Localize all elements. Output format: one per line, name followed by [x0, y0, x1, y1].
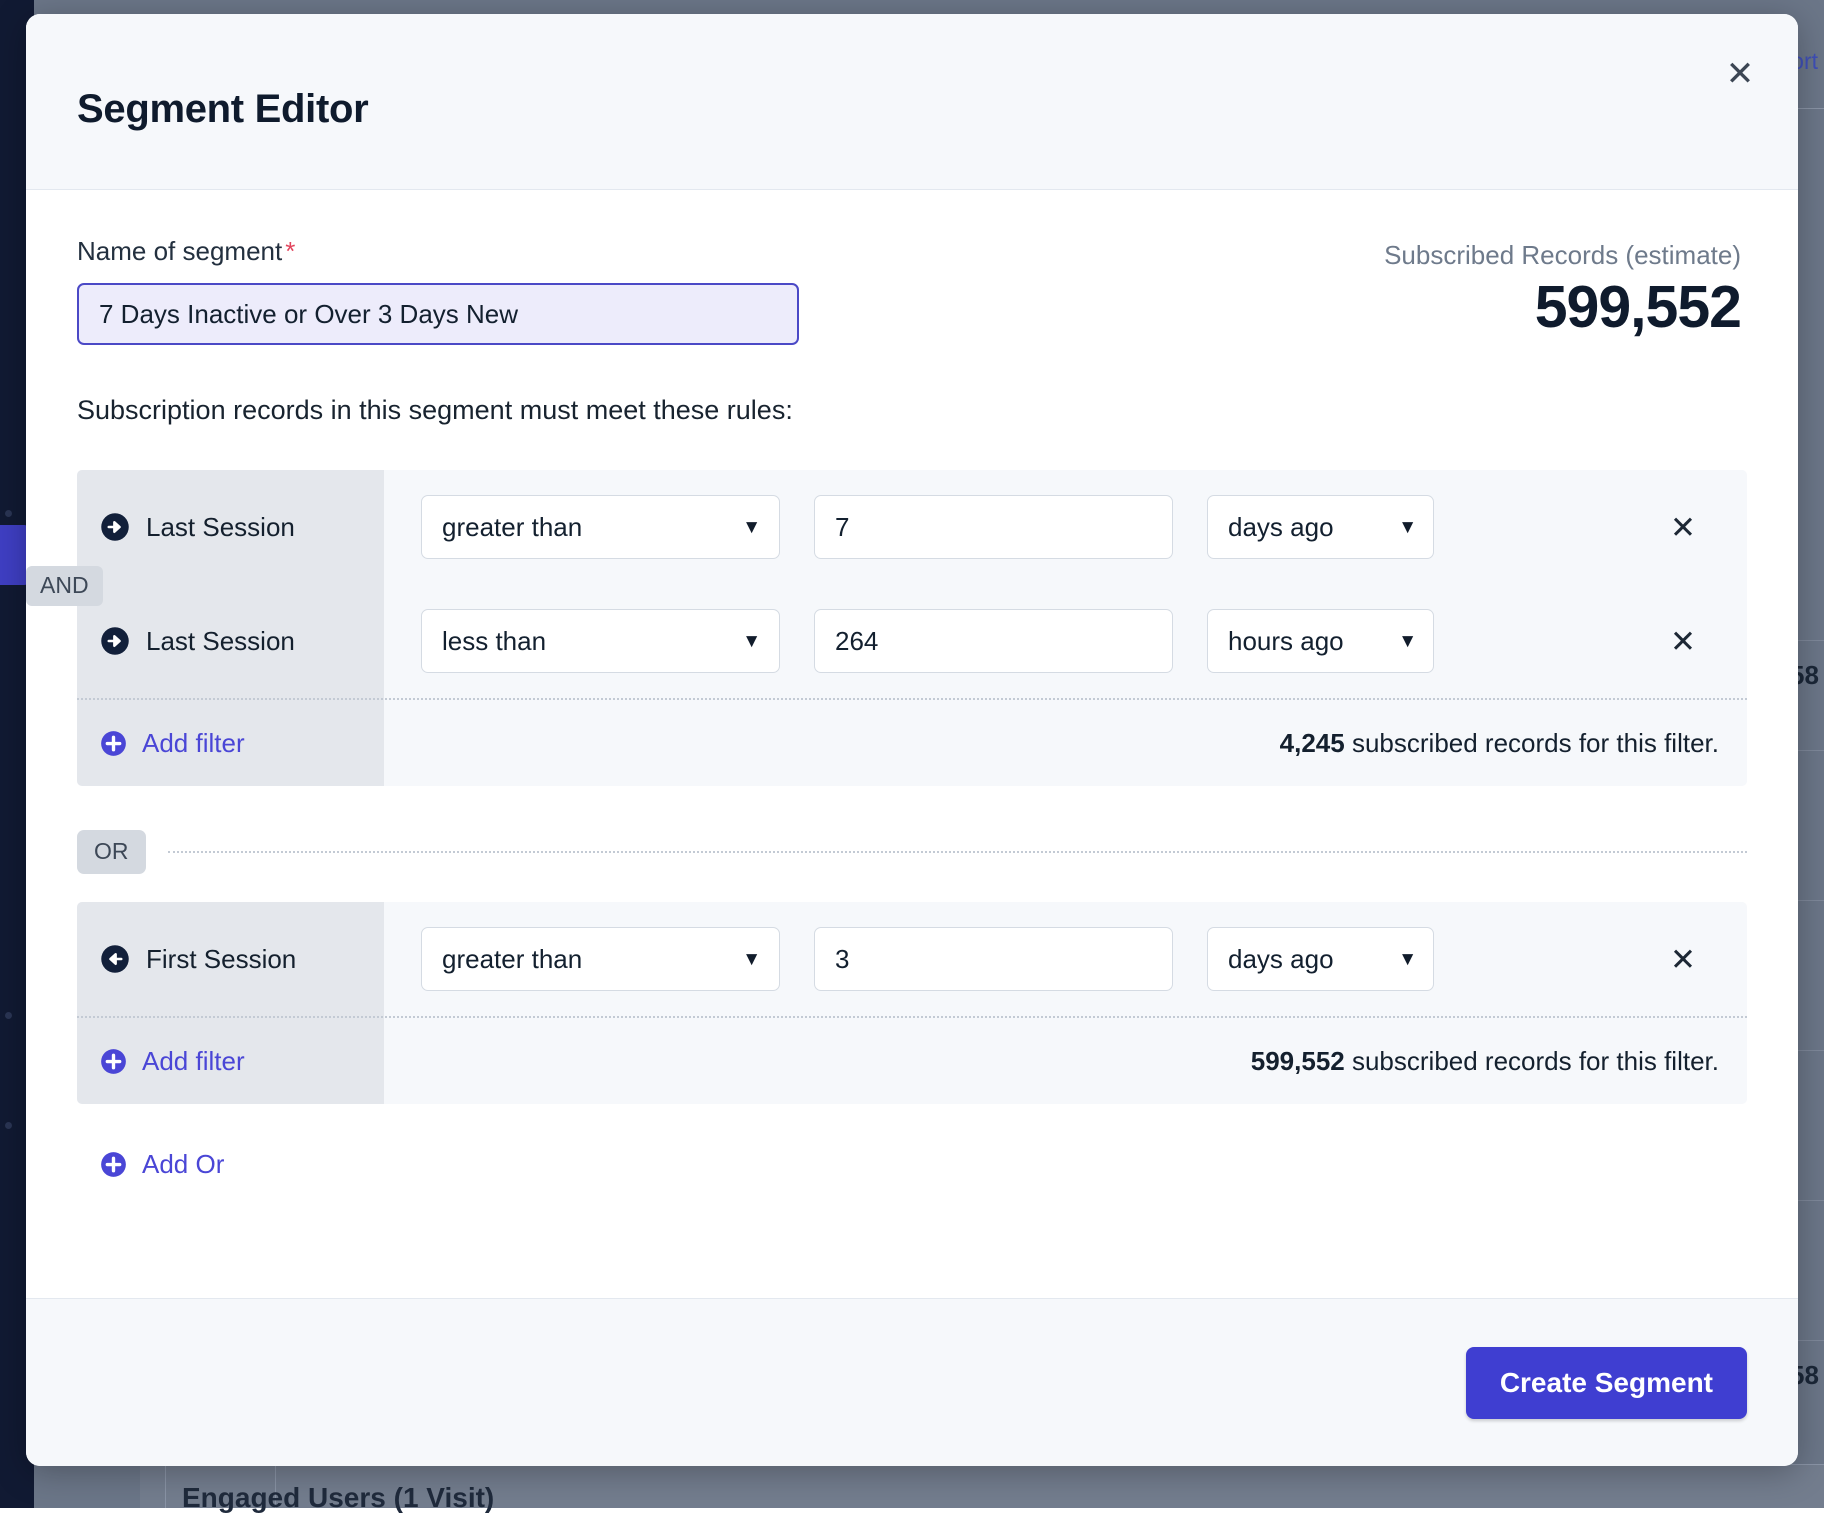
filter-field-label: First Session: [146, 944, 296, 975]
filter-controls: greater than ▼ days ago ▼: [384, 927, 1434, 991]
filter-record-count-value: 599,552: [1251, 1046, 1345, 1076]
rule-group-footer: Add filter 4,245 subscribed records for …: [77, 698, 1747, 786]
filter-row: First Session greater than ▼ days ago ▼ …: [77, 902, 1747, 1016]
segment-name-block: Name of segment*: [77, 236, 817, 345]
subscribed-records-block: Subscribed Records (estimate) 599,552: [1384, 236, 1747, 339]
unit-select-value: days ago: [1228, 944, 1334, 975]
segment-name-input[interactable]: [77, 283, 799, 345]
background-topbar: [34, 0, 1824, 10]
plus-circle-icon: [100, 1151, 127, 1178]
filter-record-count-suffix: subscribed records for this filter.: [1345, 1046, 1719, 1076]
rule-group: AND Last Session greater than ▼: [77, 470, 1747, 786]
unit-select[interactable]: hours ago ▼: [1207, 609, 1434, 673]
filter-row: Last Session less than ▼ hours ago ▼ ✕: [77, 584, 1747, 698]
chevron-down-icon: ▼: [742, 950, 761, 969]
segment-editor-dialog: Segment Editor ✕ Name of segment* Subscr…: [26, 14, 1798, 1466]
chevron-down-icon: ▼: [1398, 632, 1417, 651]
filter-field-label: Last Session: [146, 512, 295, 543]
dialog-footer: Create Segment: [26, 1298, 1798, 1466]
segment-name-label-text: Name of segment: [77, 236, 282, 266]
filter-field[interactable]: Last Session: [77, 626, 384, 657]
unit-select-value: hours ago: [1228, 626, 1344, 657]
sign-in-arrow-right-icon: [100, 626, 130, 656]
dialog-header: Segment Editor ✕: [26, 14, 1798, 190]
subscribed-records-label: Subscribed Records (estimate): [1384, 240, 1741, 271]
plus-circle-icon: [100, 730, 127, 757]
and-badge: AND: [26, 566, 103, 606]
remove-filter-button[interactable]: ✕: [1661, 619, 1705, 663]
filter-record-count: 4,245 subscribed records for this filter…: [384, 728, 1747, 759]
filter-field-label: Last Session: [146, 626, 295, 657]
add-filter-label: Add filter: [142, 1046, 245, 1077]
or-separator: OR: [77, 828, 1747, 876]
add-or-label: Add Or: [142, 1149, 224, 1180]
add-filter-label: Add filter: [142, 728, 245, 759]
or-badge: OR: [77, 830, 146, 874]
rule-group-footer: Add filter 599,552 subscribed records fo…: [77, 1016, 1747, 1104]
or-divider-line: [168, 851, 1748, 853]
operator-select[interactable]: greater than ▼: [421, 495, 780, 559]
filter-value-input[interactable]: [814, 927, 1173, 991]
unit-select-value: days ago: [1228, 512, 1334, 543]
filter-controls: less than ▼ hours ago ▼: [384, 609, 1434, 673]
sidebar-dot-icon: [5, 510, 12, 517]
sidebar-dot-icon: [5, 1122, 12, 1129]
operator-select[interactable]: greater than ▼: [421, 927, 780, 991]
operator-select-value: greater than: [442, 512, 582, 543]
filter-controls: greater than ▼ days ago ▼: [384, 495, 1434, 559]
add-filter-button[interactable]: Add filter: [77, 700, 384, 786]
background-bottom-row-label: Engaged Users (1 Visit): [182, 1482, 494, 1514]
filter-record-count-value: 4,245: [1280, 728, 1345, 758]
remove-filter-button[interactable]: ✕: [1661, 937, 1705, 981]
filter-value-input[interactable]: [814, 609, 1173, 673]
operator-select-value: less than: [442, 626, 546, 657]
sidebar-dot-icon: [5, 1012, 12, 1019]
filter-field[interactable]: First Session: [77, 944, 384, 975]
unit-select[interactable]: days ago ▼: [1207, 495, 1434, 559]
sign-in-arrow-right-icon: [100, 512, 130, 542]
required-asterisk: *: [285, 236, 295, 266]
chevron-down-icon: ▼: [742, 632, 761, 651]
filter-record-count: 599,552 subscribed records for this filt…: [384, 1046, 1747, 1077]
plus-circle-icon: [100, 1048, 127, 1075]
page-title: Segment Editor: [77, 87, 368, 132]
create-segment-button[interactable]: Create Segment: [1466, 1347, 1747, 1419]
rule-group: First Session greater than ▼ days ago ▼ …: [77, 902, 1747, 1104]
close-icon[interactable]: ✕: [1716, 50, 1764, 98]
segment-name-label: Name of segment*: [77, 236, 817, 267]
operator-select[interactable]: less than ▼: [421, 609, 780, 673]
chevron-down-icon: ▼: [1398, 950, 1417, 969]
operator-select-value: greater than: [442, 944, 582, 975]
filter-value-input[interactable]: [814, 495, 1173, 559]
rules-intro-text: Subscription records in this segment mus…: [77, 395, 1747, 426]
name-and-records-row: Name of segment* Subscribed Records (est…: [77, 190, 1747, 345]
dialog-body: Name of segment* Subscribed Records (est…: [26, 190, 1798, 1298]
subscribed-records-value: 599,552: [1384, 277, 1741, 339]
background-bottom-checkbox-cell: [140, 1464, 166, 1508]
arrow-left-circle-icon: [100, 944, 130, 974]
filter-record-count-suffix: subscribed records for this filter.: [1345, 728, 1719, 758]
chevron-down-icon: ▼: [742, 518, 761, 537]
unit-select[interactable]: days ago ▼: [1207, 927, 1434, 991]
chevron-down-icon: ▼: [1398, 518, 1417, 537]
add-filter-button[interactable]: Add filter: [77, 1018, 384, 1104]
remove-filter-button[interactable]: ✕: [1661, 505, 1705, 549]
add-or-button[interactable]: Add Or: [77, 1134, 297, 1194]
filter-field[interactable]: Last Session: [77, 512, 384, 543]
filter-row: Last Session greater than ▼ days ago ▼ ✕: [77, 470, 1747, 584]
